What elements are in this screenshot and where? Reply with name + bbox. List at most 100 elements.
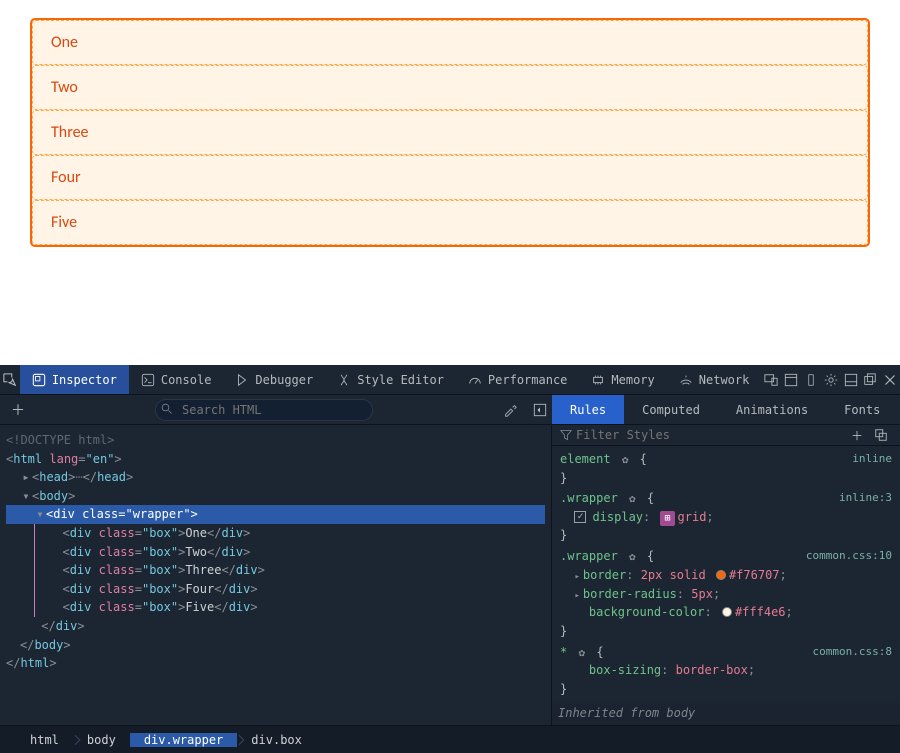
dom-head[interactable]: ▸<head>⋯</head> <box>6 468 545 487</box>
rule-element[interactable]: element ✿ {inline } <box>560 450 892 487</box>
collapse-icon[interactable]: ▾ <box>20 487 32 506</box>
dom-html-close[interactable]: </html> <box>6 654 545 673</box>
tab-animations[interactable]: Animations <box>718 395 826 424</box>
rendered-page-preview: One Two Three Four Five <box>0 0 900 287</box>
iframe-picker-button[interactable] <box>781 365 801 394</box>
wrapper-grid: One Two Three Four Five <box>30 18 870 247</box>
tab-style-editor[interactable]: Style Editor <box>325 365 456 394</box>
crumb-body[interactable]: body <box>73 733 130 747</box>
style-editor-icon <box>337 373 351 387</box>
add-rule-button[interactable]: ＋ <box>846 427 868 444</box>
toggle-classes-button[interactable] <box>874 428 896 442</box>
collapse-icon[interactable]: ▾ <box>34 505 46 524</box>
grid-box: Three <box>32 110 868 155</box>
dom-html-open[interactable]: <html lang="en"> <box>6 450 545 469</box>
rule-wrapper-inline[interactable]: .wrapper ✿ {inline:3 ✓display: ⊞grid; } <box>560 489 892 545</box>
dock-bottom-icon <box>844 373 858 387</box>
add-element-button[interactable]: ＋ <box>6 400 30 420</box>
filter-styles-bar: ＋ <box>552 425 900 446</box>
split-icon <box>533 403 547 417</box>
color-swatch[interactable] <box>722 607 732 617</box>
picker-icon <box>3 373 17 387</box>
filter-styles-input[interactable] <box>556 425 840 445</box>
devtools-panel: Inspector Console Debugger Style Editor … <box>0 365 900 753</box>
breadcrumb: html body div.wrapper div.box <box>0 725 900 753</box>
rules-tabs: Rules Computed Animations Fonts <box>552 395 900 424</box>
tab-memory[interactable]: Memory <box>579 365 666 394</box>
popout-icon <box>863 373 877 387</box>
dom-wrapper-selected[interactable]: ▾<div class="wrapper"> <box>6 505 545 524</box>
dom-doctype[interactable]: <!DOCTYPE html> <box>6 431 545 450</box>
search-html-input[interactable] <box>155 399 373 421</box>
rules-list[interactable]: element ✿ {inline } .wrapper ✿ {inline:3… <box>552 446 900 753</box>
memory-icon <box>591 373 605 387</box>
clip-icon <box>874 428 888 442</box>
close-devtools-button[interactable] <box>880 365 900 394</box>
search-icon <box>161 403 173 415</box>
grid-box: Two <box>32 65 868 110</box>
devtools-subbar: ＋ Rules Computed Animations Fonts <box>0 395 900 425</box>
console-icon <box>141 373 155 387</box>
separate-window-button[interactable] <box>860 365 880 394</box>
grid-box: Five <box>32 200 868 245</box>
expand-shorthand-icon[interactable]: ▸ <box>574 590 579 604</box>
dom-box-five[interactable]: <div class="box">Five</div> <box>6 598 545 617</box>
rules-panel: ＋ element ✿ {inline } .wrapper ✿ {inline… <box>552 425 900 753</box>
toggle-split-console-button[interactable] <box>528 403 552 417</box>
tab-debugger[interactable]: Debugger <box>223 365 325 394</box>
tab-rules[interactable]: Rules <box>552 395 624 424</box>
rule-wrapper-common[interactable]: .wrapper ✿ {common.css:10 ▸border: 2px s… <box>560 547 892 641</box>
gear-icon: ✿ <box>578 646 585 659</box>
grid-box: Four <box>32 155 868 200</box>
responsive-icon <box>764 373 778 387</box>
property-toggle-checkbox[interactable]: ✓ <box>574 511 586 523</box>
element-picker-button[interactable] <box>0 365 20 394</box>
dom-body-open[interactable]: ▾<body> <box>6 487 545 506</box>
dock-bottom-button[interactable] <box>841 365 861 394</box>
dock-icon <box>804 374 818 386</box>
dom-wrapper-close[interactable]: </div> <box>6 617 545 636</box>
performance-icon <box>468 373 482 387</box>
network-icon <box>679 373 693 387</box>
rule-star[interactable]: * ✿ {common.css:8 box-sizing: border-box… <box>560 643 892 699</box>
crumb-wrapper[interactable]: div.wrapper <box>130 733 237 747</box>
tab-label: Network <box>699 373 750 387</box>
grid-box: One <box>32 20 868 65</box>
gear-icon: ✿ <box>622 453 629 466</box>
tab-console[interactable]: Console <box>129 365 224 394</box>
tab-computed[interactable]: Computed <box>624 395 718 424</box>
gear-icon: ✿ <box>629 492 636 505</box>
inspector-icon <box>32 373 46 387</box>
dom-body-close[interactable]: </body> <box>6 636 545 655</box>
tab-label: Memory <box>611 373 654 387</box>
color-swatch[interactable] <box>716 570 726 580</box>
eyedropper-button[interactable] <box>498 403 522 417</box>
tab-label: Performance <box>488 373 567 387</box>
expand-shorthand-icon[interactable]: ▸ <box>574 571 579 585</box>
gear-icon: ✿ <box>629 550 636 563</box>
dom-box-four[interactable]: <div class="box">Four</div> <box>6 580 545 599</box>
eyedropper-icon <box>503 403 517 417</box>
crumb-box[interactable]: div.box <box>237 733 316 747</box>
responsive-design-button[interactable] <box>761 365 781 394</box>
tab-performance[interactable]: Performance <box>456 365 579 394</box>
iframe-icon <box>784 373 798 387</box>
funnel-icon <box>560 429 572 441</box>
tab-network[interactable]: Network <box>667 365 762 394</box>
dom-box-two[interactable]: <div class="box">Two</div> <box>6 543 545 562</box>
tab-label: Inspector <box>52 373 117 387</box>
dom-box-three[interactable]: <div class="box">Three</div> <box>6 561 545 580</box>
tab-fonts[interactable]: Fonts <box>826 395 898 424</box>
dock-side-button[interactable] <box>801 365 821 394</box>
html-search <box>149 399 379 421</box>
tab-inspector[interactable]: Inspector <box>20 365 129 394</box>
crumb-html[interactable]: html <box>16 733 73 747</box>
tab-label: Debugger <box>255 373 313 387</box>
dom-tree[interactable]: <!DOCTYPE html> <html lang="en"> ▸<head>… <box>0 425 552 753</box>
settings-button[interactable] <box>821 365 841 394</box>
grid-badge[interactable]: ⊞ <box>660 511 674 527</box>
dom-box-one[interactable]: <div class="box">One</div> <box>6 524 545 543</box>
gear-icon <box>824 373 838 387</box>
tab-label: Style Editor <box>357 373 444 387</box>
expand-icon[interactable]: ▸ <box>20 468 32 487</box>
